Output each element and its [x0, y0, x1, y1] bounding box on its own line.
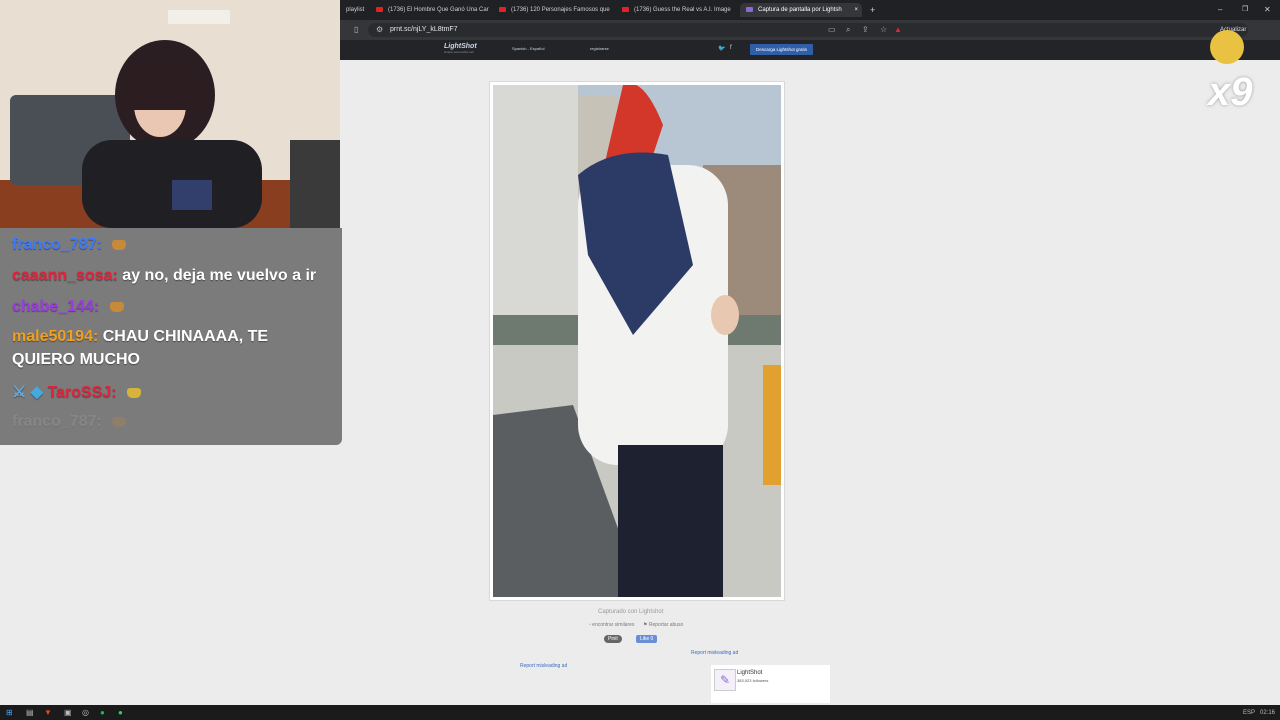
url-text[interactable]: prnt.sc/njLY_kL8tmF7 [390, 23, 458, 37]
captured-with-label: Capturado con Lightshot [598, 609, 664, 615]
star-icon[interactable]: ☆ [880, 23, 887, 37]
clock[interactable]: 02:16 [1260, 706, 1275, 720]
chat-message: franco_787: [12, 236, 127, 254]
facebook-icon[interactable]: f [730, 45, 732, 51]
youtube-icon [376, 6, 383, 12]
close-tab-icon[interactable]: × [854, 3, 858, 17]
tab[interactable]: playlist [340, 3, 374, 17]
address-toolbar: ▯ ⚙ prnt.sc/njLY_kL8tmF7 ▭ ⌕ ⇪ ☆ ▲ Actua… [340, 20, 1280, 40]
report-ad-link[interactable]: Report misleading ad [520, 663, 567, 669]
whatsapp-icon[interactable]: ● [118, 706, 123, 720]
emote-icon [112, 239, 127, 250]
taskbar: ⊞ ▤ ▼ ▣ ◎ ● ● ESP 02:16 [0, 705, 1280, 720]
chat-username: caaann_sosa: [12, 267, 118, 284]
chat-username: franco_787: [12, 236, 102, 253]
emote-icon [112, 416, 127, 427]
report-abuse-link[interactable]: ⚑ Reportar abuso [643, 622, 683, 628]
windows-start-icon[interactable]: ⊞ [6, 706, 13, 720]
chat-username: male50194: [12, 328, 99, 345]
chat-text: ay no, deja me vuelvo a ir [122, 267, 317, 284]
share-icon[interactable]: ⇪ [862, 23, 869, 37]
language-select[interactable]: Spanish - Español [512, 46, 544, 51]
twitter-icon[interactable]: 🐦 [718, 45, 725, 52]
chat-text: QUIERO MUCHO [12, 351, 140, 368]
lightshot-feather-icon: ✎ [714, 669, 736, 691]
download-button[interactable]: Descarga Lightshot gratis [750, 44, 814, 55]
lightshot-logo[interactable]: LightShot simple screenshot tool [444, 43, 477, 54]
site-info-icon[interactable]: ⚙ [376, 23, 383, 37]
tab[interactable]: (1736) El Hombre Que Ganó Una Car [370, 3, 497, 17]
tab-bar: playlist (1736) El Hombre Que Ganó Una C… [340, 0, 1280, 20]
address-bar[interactable]: ⚙ prnt.sc/njLY_kL8tmF7 ▭ ⌕ ⇪ ☆ ▲ [368, 23, 1248, 37]
chat-username: TaroSSJ: [47, 384, 117, 401]
spotify-icon[interactable]: ● [100, 706, 105, 720]
chat-message: caaann_sosa: ay no, deja me vuelvo a ir [12, 267, 316, 285]
emote-icon [109, 301, 124, 312]
chat-message: chabe_144: [12, 298, 124, 316]
chat-panel: franco_787: caaann_sosa: ay no, deja me … [0, 228, 342, 445]
webcam-feed [0, 0, 340, 228]
login-link[interactable]: registrarse [590, 46, 609, 51]
cast-icon[interactable]: ▭ [828, 23, 836, 37]
language-indicator[interactable]: ESP [1243, 706, 1255, 720]
screenshot-frame [489, 81, 785, 601]
chat-username: chabe_144: [12, 298, 100, 315]
chat-username: franco_787: [12, 413, 102, 430]
app-icon[interactable]: ◎ [82, 706, 89, 720]
brave-icon[interactable]: ▼ [44, 706, 52, 720]
zoom-icon[interactable]: ⌕ [846, 23, 850, 37]
chat-message: male50194: CHAU CHINAAAA, TE [12, 328, 268, 346]
chat-text: CHAU CHINAAAA, TE [102, 328, 269, 345]
follow-count: 383,923 followers [737, 678, 769, 683]
emote-icon [1210, 30, 1244, 64]
lightshot-header: LightShot simple screenshot tool Spanish… [340, 40, 1280, 60]
chat-message: franco_787: [12, 413, 127, 431]
webcam-image [0, 0, 340, 228]
tab-active[interactable]: Captura de pantalla por Lightsh × [740, 3, 862, 17]
youtube-icon [622, 6, 629, 12]
bookmark-icon[interactable]: ▯ [354, 23, 358, 37]
minimize-icon[interactable]: – [1212, 3, 1228, 17]
emote-multiplier: x9 [1208, 70, 1253, 114]
brave-shield-icon[interactable]: ▲ [894, 23, 902, 37]
pinit-button[interactable]: Pinit [604, 635, 622, 643]
find-similar-link[interactable]: ▫ encontrar similares [589, 622, 634, 628]
maximize-icon[interactable]: ❐ [1236, 3, 1254, 17]
tab[interactable]: (1736) Guess the Real vs A.I. Image [616, 3, 743, 17]
emote-icon [127, 387, 142, 398]
app-icon[interactable]: ▣ [64, 706, 72, 720]
tab[interactable]: (1736) 120 Personajes Famosos que [493, 3, 620, 17]
window-close-icon[interactable]: ✕ [1258, 3, 1277, 17]
chat-message: ⚔ ◆ TaroSSJ: [12, 382, 142, 402]
follow-widget[interactable]: ✎ LightShot 383,923 followers [711, 665, 830, 703]
sword-badge-icon: ⚔ [12, 384, 27, 401]
street-photo [493, 85, 781, 597]
like-button[interactable]: Like 0 [636, 635, 658, 643]
file-explorer-icon[interactable]: ▤ [26, 706, 34, 720]
new-tab-button[interactable]: + [864, 3, 881, 17]
chat-message-continuation: QUIERO MUCHO [12, 351, 140, 369]
gem-badge-icon: ◆ [30, 384, 44, 401]
screenshot-image[interactable] [493, 85, 781, 597]
youtube-icon [499, 6, 506, 12]
report-ad-link[interactable]: Report misleading ad [691, 650, 738, 656]
lightshot-icon [746, 6, 753, 12]
follow-name: LightShot [737, 670, 763, 676]
